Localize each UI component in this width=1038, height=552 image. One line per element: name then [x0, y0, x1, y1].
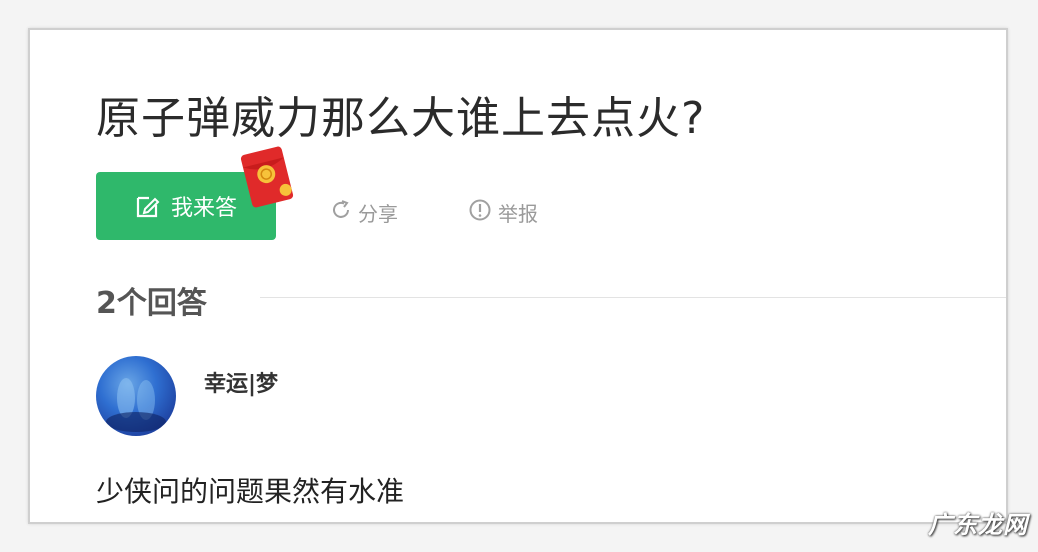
answer-button-label: 我来答 [170, 196, 237, 221]
question-title: 原子弹威力那么大谁上去点火? [96, 93, 706, 144]
answer-username[interactable]: 幸运|梦 [204, 366, 278, 398]
question-card: 原子弹威力那么大谁上去点火? 我来答 分享 举报 2个回答 幸运|梦 少侠问的问… [28, 28, 1008, 524]
report-button[interactable]: 举报 [468, 198, 538, 227]
share-icon [330, 199, 352, 226]
edit-icon [135, 193, 161, 219]
watermark: 广东龙网 [928, 511, 1028, 539]
page: 原子弹威力那么大谁上去点火? 我来答 分享 举报 2个回答 幸运|梦 少侠问的问… [0, 0, 1038, 552]
report-label: 举报 [498, 202, 538, 226]
report-icon [468, 198, 492, 227]
divider [260, 297, 1006, 298]
share-button[interactable]: 分享 [330, 198, 398, 227]
avatar[interactable] [96, 356, 176, 436]
answers-count: 2个回答 [96, 286, 207, 321]
answer-text: 少侠问的问题果然有水准 [96, 475, 405, 508]
share-label: 分享 [358, 202, 398, 226]
